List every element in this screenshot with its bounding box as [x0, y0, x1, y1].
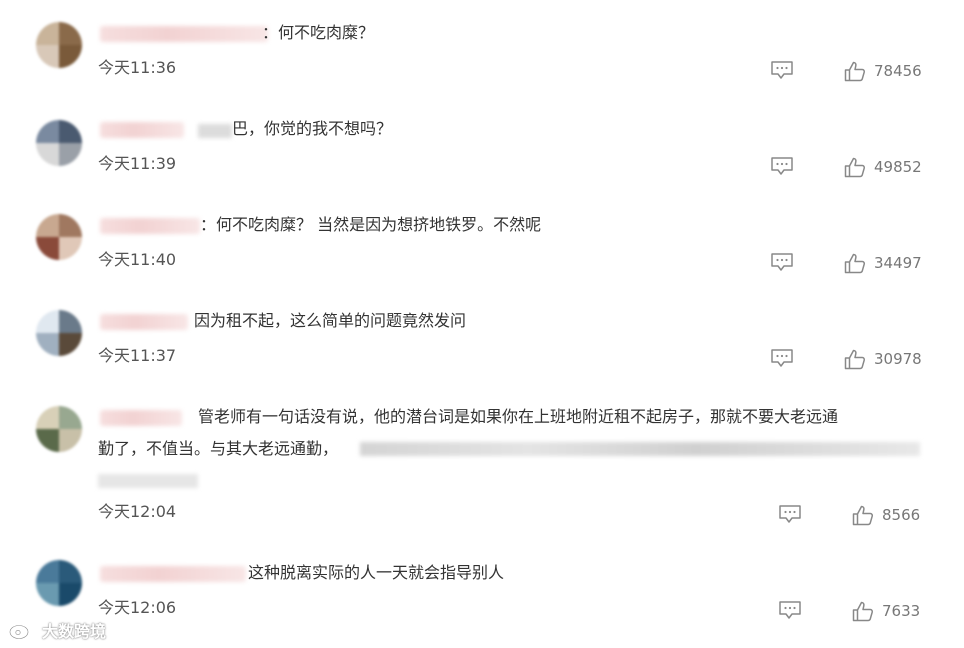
like-button[interactable]: 78456	[844, 60, 922, 82]
thumbs-up-icon	[852, 601, 874, 621]
comment-text: 巴，你觉的我不想吗？	[232, 119, 393, 138]
username-redacted[interactable]	[100, 218, 200, 234]
comment-bubble-icon	[771, 253, 793, 271]
avatar[interactable]	[36, 22, 82, 68]
comment-text: 因为租不起，这么简单的问题竟然发问	[194, 311, 467, 330]
like-button[interactable]: 49852	[844, 156, 922, 178]
like-count: 30978	[874, 350, 922, 368]
avatar[interactable]	[36, 310, 82, 356]
like-count: 78456	[874, 62, 922, 80]
username-redacted[interactable]	[100, 314, 188, 330]
thumbs-up-icon	[852, 505, 874, 525]
comment-bubble-icon	[771, 61, 793, 79]
like-count: 49852	[874, 158, 922, 176]
like-button[interactable]: 7633	[852, 600, 920, 622]
comment-bubble-icon	[779, 505, 801, 523]
comment-time: 今天11:37	[98, 346, 177, 365]
comment-text-line-1: 管老师有一句话没有说，他的潜台词是如果你在上班地附近租不起房子，那就不要大老远通	[198, 407, 839, 426]
comment-text-line-2: 勤了，不值当。与其大老远通勤，	[98, 439, 339, 458]
comment-time: 今天12:04	[98, 502, 177, 521]
username-redacted[interactable]	[100, 410, 182, 426]
like-count: 7633	[882, 602, 921, 620]
comment-bubble-icon	[779, 601, 801, 619]
comment-feed: ：何不吃肉糜？ 今天11:36 78456 巴，你觉的我不想吗？ 今天11:39	[0, 0, 964, 648]
like-button[interactable]: 34497	[844, 252, 922, 274]
comment-text: ：何不吃肉糜？ 当然是因为想挤地铁罗。不然呢	[200, 215, 542, 234]
comment-text: ：何不吃肉糜？	[262, 23, 375, 42]
username-redacted[interactable]	[100, 26, 268, 42]
comment-time: 今天12:06	[98, 598, 177, 617]
comment-time: 今天11:40	[98, 250, 177, 269]
redacted-text	[198, 124, 232, 138]
watermark-text: 大数跨境	[42, 622, 107, 641]
thumbs-up-icon	[844, 253, 866, 273]
like-count: 8566	[882, 506, 921, 524]
reply-button[interactable]	[778, 504, 802, 524]
reply-button[interactable]	[770, 156, 794, 176]
reply-button[interactable]	[770, 252, 794, 272]
comment-time: 今天11:36	[98, 58, 177, 77]
like-count: 34497	[874, 254, 922, 272]
avatar[interactable]	[36, 406, 82, 452]
thumbs-up-icon	[844, 157, 866, 177]
avatar[interactable]	[36, 120, 82, 166]
thumbs-up-icon	[844, 349, 866, 369]
comment-text: 这种脱离实际的人一天就会指导别人	[248, 563, 505, 582]
like-button[interactable]: 8566	[852, 504, 920, 526]
comment-bubble-icon	[771, 157, 793, 175]
weibo-logo-icon	[8, 620, 36, 640]
username-redacted[interactable]	[100, 566, 246, 582]
watermark: 大数跨境	[8, 618, 106, 642]
redacted-text	[360, 442, 920, 456]
like-button[interactable]: 30978	[844, 348, 922, 370]
avatar[interactable]	[36, 560, 82, 606]
username-redacted[interactable]	[100, 122, 184, 138]
comment-time: 今天11:39	[98, 154, 177, 173]
redacted-text	[98, 474, 198, 488]
reply-button[interactable]	[770, 60, 794, 80]
reply-button[interactable]	[778, 600, 802, 620]
thumbs-up-icon	[844, 61, 866, 81]
avatar[interactable]	[36, 214, 82, 260]
comment-bubble-icon	[771, 349, 793, 367]
reply-button[interactable]	[770, 348, 794, 368]
